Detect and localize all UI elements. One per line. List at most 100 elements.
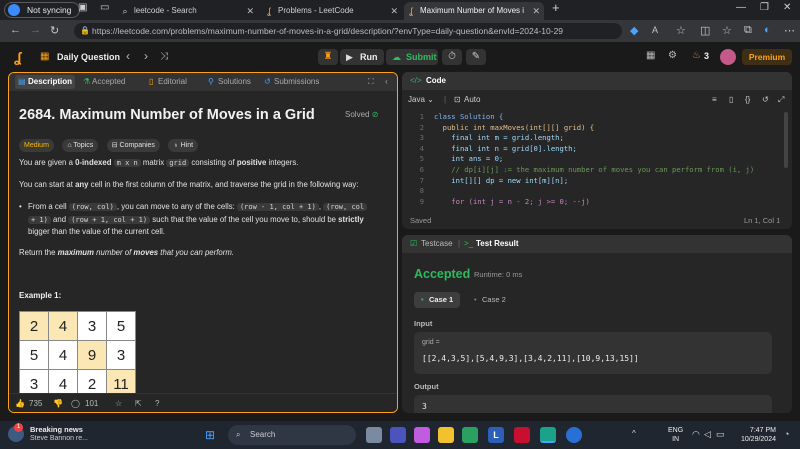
file-explorer-icon[interactable] — [438, 427, 454, 443]
chevron-up-icon[interactable]: ^ — [632, 429, 636, 438]
submit-button[interactable]: ☁ Submit — [386, 49, 438, 65]
teams-icon[interactable] — [390, 427, 406, 443]
braces-icon[interactable]: {} — [745, 90, 750, 110]
favorites-icon[interactable]: ☆ — [722, 24, 732, 37]
like-count[interactable]: 735 — [29, 394, 42, 412]
expand-icon[interactable]: ⤢ — [778, 90, 784, 110]
paragraph-1: You are given a 0-indexed m x n matrix g… — [19, 158, 299, 167]
prev-question-icon[interactable]: ‹ — [126, 49, 130, 63]
tab-current[interactable]: ʆ Maximum Number of Moves in a ✕ — [404, 2, 544, 20]
tab-description[interactable]: Description — [28, 73, 72, 91]
hint-chip[interactable]: ♁ Hint — [168, 139, 199, 152]
format-icon[interactable]: ≡ — [712, 90, 717, 110]
layout-icon[interactable]: ▦ — [646, 50, 655, 61]
notifications-icon[interactable]: ◔ — [784, 429, 789, 439]
comment-icon[interactable]: ◯ — [71, 394, 80, 412]
bookmark-icon[interactable]: ▯ — [729, 90, 733, 110]
streak-count[interactable]: 3 — [704, 51, 709, 61]
reset-icon[interactable]: ↺ — [762, 90, 769, 110]
close-icon[interactable]: ✕ — [532, 2, 540, 20]
star-icon[interactable]: ☆ — [115, 394, 122, 412]
news-title[interactable]: Breaking news — [30, 425, 83, 434]
refresh-icon[interactable]: ↻ — [50, 24, 59, 37]
collapse-icon[interactable]: ‹ — [385, 73, 388, 91]
url-field[interactable]: 🔒 https://leetcode.com/problems/maximum-… — [74, 23, 622, 39]
windows-start-icon[interactable]: ⊞ — [205, 428, 215, 442]
timer-icon[interactable]: ⏱ — [442, 49, 462, 65]
more-icon[interactable]: ⋯ — [784, 24, 795, 37]
next-question-icon[interactable]: › — [144, 49, 148, 63]
clock-time: 7:47 PM — [749, 427, 776, 434]
tab-editorial[interactable]: Editorial — [158, 73, 187, 91]
comment-count[interactable]: 101 — [85, 394, 98, 412]
run-button[interactable]: ▶ Run — [340, 49, 384, 65]
favorite-icon[interactable]: ☆ — [676, 24, 686, 37]
tab-solutions[interactable]: Solutions — [218, 73, 251, 91]
tab-accepted[interactable]: Accepted — [92, 73, 125, 91]
close-icon[interactable]: ✕ — [390, 2, 398, 20]
battery-icon[interactable]: ▭ — [716, 429, 725, 440]
close-icon[interactable]: ✕ — [246, 2, 254, 20]
task-view-icon[interactable] — [366, 427, 382, 443]
volume-icon[interactable]: ◁ — [704, 429, 711, 440]
code-editor[interactable]: 1 class Solution { 2 public int maxMoves(… — [402, 112, 792, 208]
tab-actions-icon[interactable]: ▭ — [100, 2, 109, 13]
case-2-tab[interactable]: • Case 2 — [468, 292, 514, 308]
tab-submissions[interactable]: Submissions — [274, 73, 319, 91]
window-close-button[interactable]: ✕ — [783, 2, 791, 13]
input-var-name: grid = — [422, 339, 440, 346]
status-dot: • — [421, 295, 424, 304]
edge-icon[interactable] — [540, 427, 556, 443]
settings-icon[interactable]: ⚙ — [668, 50, 677, 61]
code-panel-title: Code — [426, 76, 446, 85]
copilot-icon[interactable] — [414, 427, 430, 443]
app-l-icon[interactable]: L — [488, 427, 504, 443]
app-circle-icon[interactable] — [566, 427, 582, 443]
tab-problems[interactable]: ʆ Problems - LeetCode ✕ — [262, 2, 402, 20]
paragraph-2: You can start at any cell in the first c… — [19, 180, 359, 189]
editor-scrollbar[interactable] — [784, 112, 788, 168]
leetcode-logo-icon[interactable]: ʆ — [14, 49, 22, 65]
problem-title[interactable]: 2684. Maximum Number of Moves in a Grid — [19, 107, 315, 123]
restore-button[interactable]: ❐ — [760, 2, 769, 13]
clock[interactable]: 7:47 PM 10/29/2024 — [736, 426, 776, 444]
shuffle-icon[interactable]: ⤨ — [160, 51, 168, 62]
output-box[interactable]: 3 — [414, 395, 772, 413]
dislike-icon[interactable]: 👎 — [53, 394, 63, 412]
tab-search[interactable]: ⌕ leetcode - Search ✕ — [118, 2, 258, 20]
case-1-tab[interactable]: • Case 1 — [414, 292, 460, 308]
forward-icon[interactable]: → — [30, 24, 41, 36]
companies-chip[interactable]: ⊟ Companies — [106, 139, 160, 152]
wifi-icon[interactable]: ◠ — [692, 429, 700, 440]
minimize-button[interactable]: — — [736, 2, 746, 13]
language-select[interactable]: Java ⌄ — [408, 90, 434, 110]
split-screen-icon[interactable]: ◫ — [700, 24, 710, 37]
news-subtitle[interactable]: Steve Bannon re... — [30, 435, 88, 442]
read-aloud-icon[interactable]: A — [652, 25, 658, 35]
tab-testcase[interactable]: Testcase — [421, 235, 453, 253]
share-icon[interactable]: ⇱ — [135, 394, 142, 412]
excel-icon[interactable] — [462, 427, 478, 443]
edge-sidebar-icon[interactable]: ◐ — [764, 24, 771, 36]
notes-icon[interactable]: ✎ — [466, 49, 486, 65]
profile-button[interactable]: Not syncing — [4, 2, 81, 18]
collections-icon[interactable]: ⧉ — [744, 24, 752, 37]
language-indicator[interactable]: ENG IN — [668, 426, 683, 444]
tab-test-result[interactable]: Test Result — [476, 235, 519, 253]
auto-mode[interactable]: Auto — [464, 90, 480, 110]
extension-icon[interactable]: ◆ — [630, 24, 638, 37]
help-icon[interactable]: ? — [155, 394, 159, 412]
daily-question-link[interactable]: Daily Question — [57, 52, 120, 62]
taskbar-search[interactable]: ⌕ Search — [228, 425, 356, 445]
like-icon[interactable]: 👍 — [15, 394, 25, 412]
input-box[interactable]: grid = [[2,4,3,5],[5,4,9,3],[3,4,2,11],[… — [414, 332, 772, 374]
mcafee-icon[interactable] — [514, 427, 530, 443]
topics-chip[interactable]: ⌂ Topics — [62, 139, 99, 152]
maximize-icon[interactable]: ⛶ — [368, 73, 374, 91]
debug-icon[interactable]: ♜ — [318, 49, 338, 65]
back-icon[interactable]: ← — [10, 24, 21, 36]
premium-button[interactable]: Premium — [742, 49, 792, 65]
workspaces-icon[interactable]: ▣ — [78, 2, 87, 13]
new-tab-button[interactable]: + — [552, 0, 560, 15]
avatar[interactable] — [720, 49, 736, 65]
